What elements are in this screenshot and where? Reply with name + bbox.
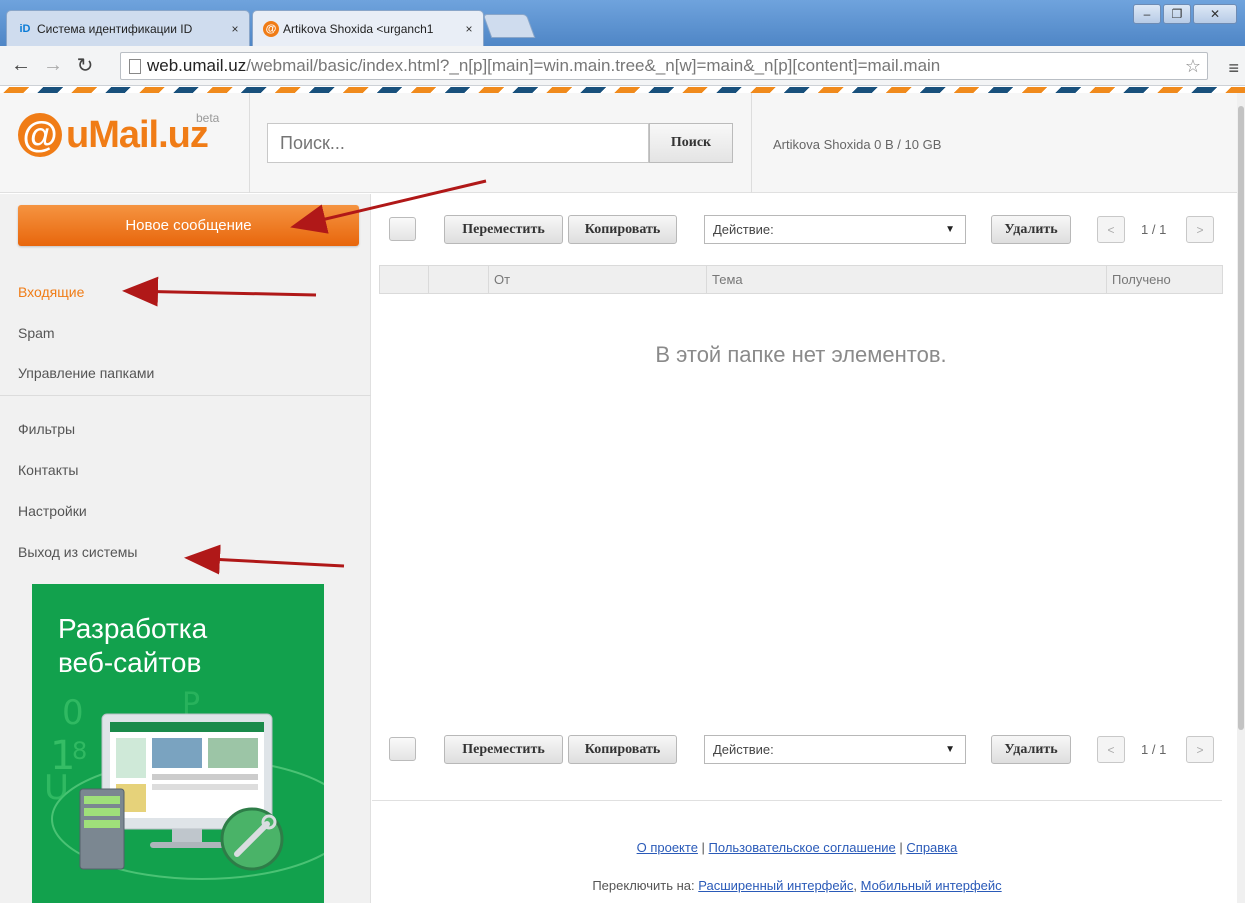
tab-title: Artikova Shoxida <urganch1 [283, 21, 434, 36]
new-message-button[interactable]: Новое сообщение [18, 205, 359, 246]
action-select-value: Действие: [713, 222, 774, 237]
minimize-icon[interactable]: – [1133, 4, 1161, 24]
empty-folder-message: В этой папке нет элементов. [655, 342, 947, 367]
prev-page-button[interactable]: < [1097, 736, 1125, 763]
svg-text:8: 8 [72, 737, 87, 765]
browser-toolbar: ← → ↻ web.umail.uz/webmail/basic/index.h… [0, 46, 1245, 86]
menu-icon[interactable]: ≡ [1228, 58, 1239, 79]
page-indicator: 1 / 1 [1141, 222, 1167, 237]
new-tab-button[interactable] [482, 14, 536, 38]
svg-text:0: 0 [62, 693, 84, 733]
search-button[interactable]: Поиск [649, 123, 733, 163]
user-quota: Artikova Shoxida 0 B / 10 GB [773, 137, 942, 152]
reload-icon[interactable]: ↻ [74, 53, 96, 78]
message-toolbar-top: Переместить Копировать Действие: ▼ Удали… [389, 212, 1229, 246]
mobile-interface-link[interactable]: Мобильный интерфейс [861, 878, 1002, 893]
tab-identification[interactable]: iD Система идентификации ID × [6, 10, 250, 46]
delete-button[interactable]: Удалить [991, 215, 1071, 244]
copy-button[interactable]: Копировать [568, 215, 677, 244]
umail-favicon-icon: @ [263, 20, 279, 37]
forward-arrow-icon[interactable]: → [42, 54, 64, 77]
tab-close-icon[interactable]: × [461, 22, 477, 36]
message-toolbar-bottom: Переместить Копировать Действие: ▼ Удали… [389, 732, 1229, 766]
page-icon [129, 58, 141, 74]
delete-button[interactable]: Удалить [991, 735, 1071, 764]
divider [372, 800, 1222, 801]
action-select-value: Действие: [713, 742, 774, 757]
id-favicon-icon: iD [19, 22, 31, 35]
restore-icon[interactable]: ❐ [1163, 4, 1191, 24]
divider [751, 93, 752, 193]
interface-switcher: Переключить на: Расширенный интерфейс, М… [592, 878, 1002, 893]
about-link[interactable]: О проекте [637, 840, 698, 855]
scrollbar-thumb[interactable] [1238, 106, 1244, 730]
sidebar-item-contacts[interactable]: Контакты [18, 462, 78, 478]
website-computer-illustration: 0 1 8 U P [44, 687, 324, 880]
copy-button[interactable]: Копировать [568, 735, 677, 764]
prev-page-button[interactable]: < [1097, 216, 1125, 243]
umail-logo[interactable]: @ uMail.uz beta [18, 111, 219, 157]
ad-banner[interactable]: Разработка веб-сайтов 0 1 8 U P [32, 584, 324, 903]
star-icon[interactable]: ☆ [1185, 56, 1201, 77]
column-header-subject[interactable]: Тема [706, 266, 1106, 293]
message-table-header: От Тема Получено [379, 265, 1223, 294]
column-header-from[interactable]: От [488, 266, 706, 293]
svg-text:U: U [44, 768, 69, 808]
move-button[interactable]: Переместить [444, 215, 563, 244]
browser-titlebar: iD Система идентификации ID × @ Artikova… [0, 0, 1245, 46]
tab-close-icon[interactable]: × [227, 22, 243, 36]
column-header[interactable] [428, 266, 488, 293]
address-bar[interactable]: web.umail.uz/webmail/basic/index.html?_n… [120, 52, 1208, 80]
page-indicator: 1 / 1 [1141, 742, 1167, 757]
divider [0, 395, 371, 396]
sidebar-item-filters[interactable]: Фильтры [18, 421, 75, 437]
tab-mail[interactable]: @ Artikova Shoxida <urganch1 × [252, 10, 484, 46]
sidebar-item-spam[interactable]: Spam [18, 325, 55, 341]
user-agreement-link[interactable]: Пользовательское соглашение [709, 840, 896, 855]
app-header: @ uMail.uz beta Поиск Artikova Shoxida 0… [0, 93, 1237, 193]
help-link[interactable]: Справка [906, 840, 957, 855]
next-page-button[interactable]: > [1186, 216, 1214, 243]
logo-text: uMail.uz [66, 114, 209, 156]
select-all-checkbox[interactable] [389, 737, 416, 761]
url-host: web.umail.uz [147, 56, 247, 75]
window-close-icon[interactable]: ✕ [1193, 4, 1237, 24]
advanced-interface-link[interactable]: Расширенный интерфейс [698, 878, 853, 893]
url-path: /webmail/basic/index.html?_n[p][main]=wi… [246, 56, 941, 75]
back-arrow-icon[interactable]: ← [10, 54, 32, 77]
tab-title: Система идентификации ID [37, 21, 193, 36]
dropdown-arrow-icon: ▼ [945, 224, 955, 235]
select-all-checkbox[interactable] [389, 217, 416, 241]
move-button[interactable]: Переместить [444, 735, 563, 764]
next-page-button[interactable]: > [1186, 736, 1214, 763]
action-select[interactable]: Действие: ▼ [704, 735, 966, 764]
sidebar-item-inbox[interactable]: Входящие [18, 284, 84, 300]
logo-at-icon: @ [18, 113, 62, 157]
dropdown-arrow-icon: ▼ [945, 744, 955, 755]
column-header-received[interactable]: Получено [1106, 266, 1222, 293]
switch-label: Переключить на: [592, 878, 695, 893]
sidebar: Новое сообщение Входящие Spam Управление… [0, 194, 371, 903]
sidebar-item-manage-folders[interactable]: Управление папками [18, 365, 154, 381]
logo-beta: beta [196, 111, 220, 125]
search-input[interactable] [267, 123, 649, 163]
action-select[interactable]: Действие: ▼ [704, 215, 966, 244]
sidebar-item-settings[interactable]: Настройки [18, 503, 87, 519]
divider [249, 93, 250, 193]
footer-links: О проекте | Пользовательское соглашение … [636, 840, 958, 855]
sidebar-item-logout[interactable]: Выход из системы [18, 544, 137, 560]
